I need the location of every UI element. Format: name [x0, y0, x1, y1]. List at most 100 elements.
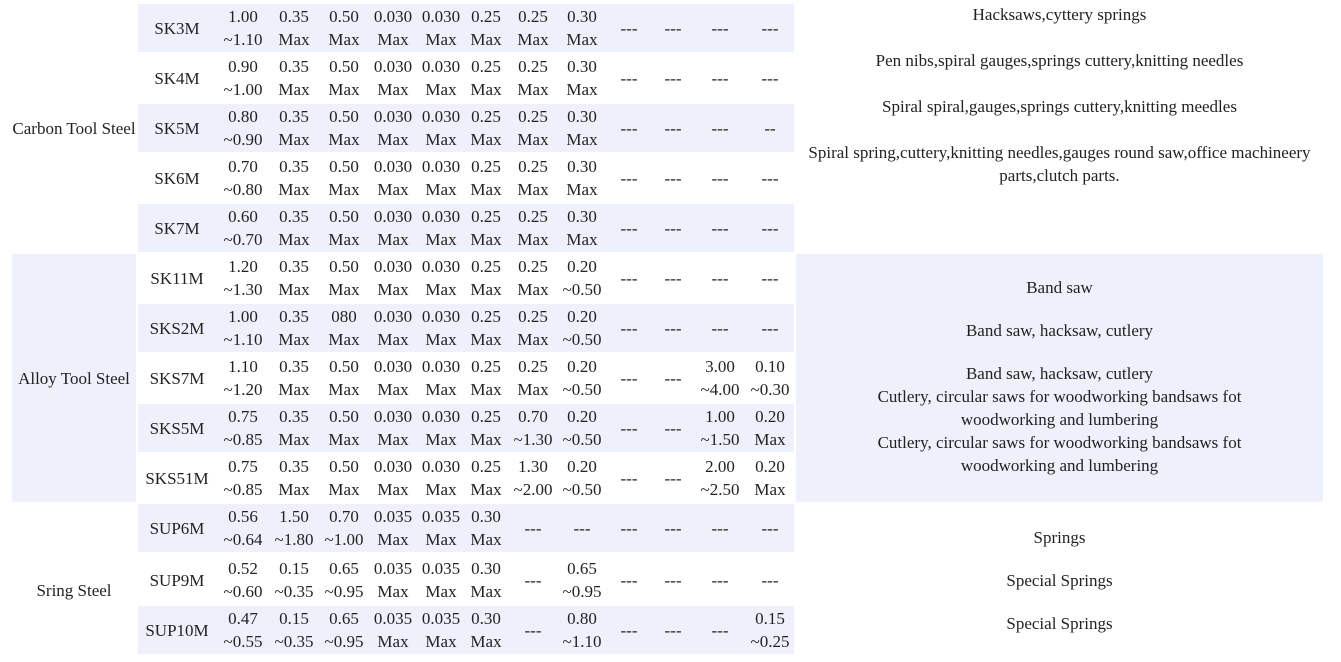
table-row: SUP10M 0.47 ~0.55 0.15 ~0.35 0.65 ~0.95 0.035 Ma… [138, 606, 794, 654]
composition-cell: 0.25 Max [470, 107, 502, 149]
composition-cell: 3.00 ~4.00 [700, 357, 740, 399]
composition-cell: --- [664, 468, 682, 488]
composition-cell: 1.00 ~1.50 [700, 407, 740, 449]
application-text: Band saw, hacksaw, cutlery [965, 364, 1154, 383]
composition-cell: 0.50 Max [328, 457, 360, 499]
composition-cell: 0.035 Max [373, 609, 413, 651]
composition-cell: 0.035 Max [373, 559, 413, 601]
grade-cell: SK11M [150, 268, 204, 288]
composition-cell: 0.50 Max [328, 157, 360, 199]
composition-cell: 1.20 ~1.30 [223, 257, 263, 299]
composition-cell: --- [761, 518, 779, 538]
composition-cell: 0.25 Max [470, 257, 502, 299]
composition-cell: 0.30 Max [566, 7, 598, 49]
composition-cell: 0.030 Max [421, 7, 461, 49]
composition-cell: 0.030 Max [421, 157, 461, 199]
table-row: SKS7M 1.10 ~1.20 0.35 Max 0.50 Max 0.030 Max 0.03… [138, 354, 794, 402]
composition-cell: --- [524, 518, 542, 538]
composition-cell: 0.50 Max [328, 257, 360, 299]
composition-cell: 0.035 Max [373, 507, 413, 549]
composition-cell: 0.035 Max [421, 559, 461, 601]
composition-cell: 0.50 Max [328, 407, 360, 449]
composition-cell: 0.25 Max [470, 207, 502, 249]
composition-cell: 0.15 ~0.35 [274, 609, 314, 651]
composition-cell: --- [664, 620, 682, 640]
table-row: SUP6M 0.56 ~0.64 1.50 ~1.80 0.70 ~1.00 0.035 Max… [138, 504, 794, 552]
table-row: SKS2M 1.00 ~1.10 0.35 Max 080 Max 0.030 Max 0.030… [138, 304, 794, 352]
composition-cell: 0.35 Max [278, 107, 310, 149]
composition-cell: 0.30 Max [470, 559, 502, 601]
composition-cell: 0.25 Max [517, 357, 549, 399]
composition-cell: 0.20 Max [754, 407, 786, 449]
composition-cell: 0.75 ~0.85 [223, 457, 263, 499]
composition-cell: --- [711, 268, 729, 288]
application-text: Cutlery, circular saws for woodworking b… [877, 433, 1242, 475]
composition-cell: 0.035 Max [421, 507, 461, 549]
table-row: SK7M 0.60 ~0.70 0.35 Max 0.50 Max 0.030 Max 0.030… [138, 204, 794, 252]
composition-cell: --- [711, 518, 729, 538]
composition-cell: 0.10 ~0.30 [750, 357, 790, 399]
group-label-text: Sring Steel [36, 580, 112, 600]
composition-cell: 0.25 Max [470, 407, 502, 449]
composition-cell: 0.70 ~1.00 [324, 507, 364, 549]
grade-cell: SKS5M [149, 418, 205, 438]
composition-cell: 1.00 ~1.10 [223, 307, 263, 349]
application-text: Band saw [1026, 278, 1093, 297]
composition-cell: --- [664, 68, 682, 88]
composition-cell: 0.30 Max [470, 507, 502, 549]
composition-cell: 0.75 ~0.85 [223, 407, 263, 449]
composition-cell: -- [764, 118, 776, 138]
composition-cell: 0.20 ~0.50 [562, 307, 602, 349]
composition-cell: 0.035 Max [421, 609, 461, 651]
composition-cell: 0.65 ~0.95 [324, 609, 364, 651]
composition-cell: --- [711, 570, 729, 590]
composition-cell: 0.56 ~0.64 [223, 507, 263, 549]
composition-cell: --- [573, 518, 591, 538]
composition-cell: --- [664, 18, 682, 38]
composition-cell: 0.030 Max [373, 157, 413, 199]
grade-cell: SK3M [154, 18, 200, 38]
composition-cell: 0.35 Max [278, 307, 310, 349]
composition-cell: 0.20 ~0.50 [562, 457, 602, 499]
grade-cell: SUP6M [149, 518, 205, 538]
composition-cell: 0.030 Max [421, 57, 461, 99]
composition-cell: 0.030 Max [373, 357, 413, 399]
application-text: Hacksaws,cyttery springs [972, 5, 1147, 24]
composition-cell: 0.30 Max [566, 107, 598, 149]
composition-cell: 0.30 Max [470, 609, 502, 651]
group-label-text: Alloy Tool Steel [18, 368, 130, 388]
composition-cell: 0.25 Max [470, 307, 502, 349]
composition-cell: 0.25 Max [517, 257, 549, 299]
table-row: SKS51M 0.75 ~0.85 0.35 Max 0.50 Max 0.030 Max 0.0… [138, 454, 794, 502]
composition-cell: 0.030 Max [373, 257, 413, 299]
composition-cell: 0.50 Max [328, 207, 360, 249]
composition-cell: --- [620, 418, 638, 438]
group-label-alloy-tool-steel: Alloy Tool Steel [12, 254, 136, 502]
table-row: SK6M 0.70 ~0.80 0.35 Max 0.50 Max 0.030 Max 0.030… [138, 154, 794, 202]
composition-cell: --- [711, 218, 729, 238]
composition-cell: --- [761, 68, 779, 88]
composition-cell: --- [664, 268, 682, 288]
composition-cell: --- [620, 118, 638, 138]
composition-cell: --- [620, 318, 638, 338]
steel-grades-table: Carbon Tool Steel Alloy Tool Steel Sring… [0, 0, 1341, 662]
composition-cell: --- [664, 570, 682, 590]
composition-cell: 0.47 ~0.55 [223, 609, 263, 651]
composition-cell: 0.65 ~0.95 [562, 559, 602, 601]
composition-cell: 0.30 Max [566, 57, 598, 99]
composition-cell: --- [761, 268, 779, 288]
grade-cell: SK7M [154, 218, 200, 238]
application-text: Pen nibs,spiral gauges,springs cuttery,k… [875, 51, 1244, 70]
grade-cell: SK5M [154, 118, 200, 138]
composition-cell: 0.20 ~0.50 [562, 407, 602, 449]
composition-cell: 0.25 Max [517, 7, 549, 49]
composition-cell: 0.20 ~0.50 [562, 257, 602, 299]
composition-cell: --- [664, 518, 682, 538]
composition-cell: --- [524, 570, 542, 590]
composition-cell: --- [620, 168, 638, 188]
composition-cell: 0.030 Max [373, 107, 413, 149]
composition-cell: 0.030 Max [373, 307, 413, 349]
composition-cell: 0.30 Max [566, 157, 598, 199]
composition-cell: 0.50 Max [328, 7, 360, 49]
composition-cell: --- [761, 570, 779, 590]
